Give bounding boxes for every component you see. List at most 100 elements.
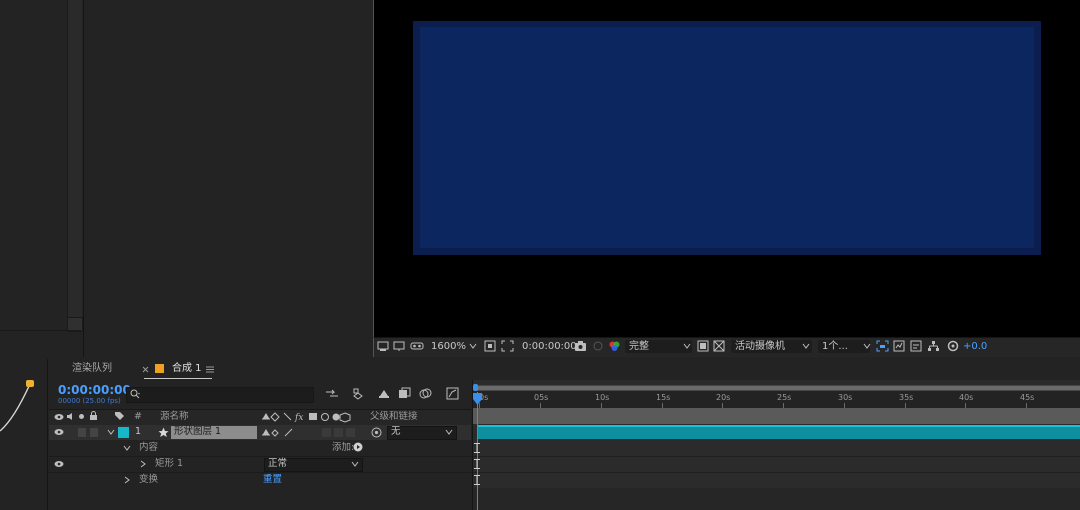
ruler-label: 35s — [899, 393, 914, 402]
views-chevron-down-icon[interactable] — [863, 342, 871, 350]
parent-link-column-header[interactable]: 父级和链接 — [370, 410, 418, 424]
tab-composition[interactable]: 合成 1 — [172, 362, 202, 376]
target-region-icon[interactable] — [697, 340, 709, 352]
exposure-icon[interactable] — [947, 340, 959, 352]
current-time-display[interactable]: 0:00:00:00 — [58, 383, 131, 397]
ruler-label: 40s — [959, 393, 974, 402]
comp-track-header — [473, 408, 1080, 424]
viewer-timecode[interactable]: 0:00:00:00 — [522, 339, 577, 354]
rectangle-expand-chevron-icon[interactable] — [140, 460, 146, 468]
layer-solo-box[interactable] — [78, 428, 86, 437]
hide-shy-layers-icon[interactable] — [378, 387, 391, 400]
exposure-value[interactable]: +0.0 — [963, 339, 987, 354]
layer-expand-chevron-icon[interactable] — [107, 429, 115, 436]
zoom-level[interactable]: 1600% — [431, 339, 466, 354]
ruler-label: 25s — [777, 393, 792, 402]
layer-lock-box[interactable] — [90, 428, 98, 437]
layer-duration-bar-highlight — [477, 425, 1080, 427]
zoom-chevron-down-icon[interactable] — [469, 342, 477, 350]
pick-whip-icon[interactable] — [371, 427, 382, 438]
transform-label[interactable]: 变换 — [139, 473, 158, 487]
camera-chevron-down-icon[interactable] — [802, 342, 810, 350]
add-label[interactable]: 添加: — [332, 441, 354, 455]
resolution-chevron-down-icon[interactable] — [683, 342, 691, 350]
blend-chevron-down-icon[interactable] — [351, 461, 359, 468]
effect-controls-panel — [85, 0, 371, 357]
layer-panel-empty — [49, 488, 471, 510]
property-bar-marker-icon — [474, 443, 480, 453]
layer-name: 形状图层 1 — [174, 426, 222, 437]
parent-value: 无 — [391, 426, 401, 437]
toggle-pixel-aspect-icon[interactable] — [876, 340, 889, 352]
search-icon — [130, 389, 140, 399]
camera-value: 活动摄像机 — [735, 341, 785, 352]
contents-expand-chevron-icon[interactable] — [123, 445, 131, 452]
views-value: 1个... — [822, 341, 848, 352]
ruler-label: 10s — [595, 393, 610, 402]
contents-label[interactable]: 内容 — [139, 441, 158, 455]
rectangle-visibility-eye-icon[interactable] — [54, 460, 64, 468]
track-divider — [473, 456, 1080, 457]
audio-speaker-icon[interactable] — [66, 412, 75, 421]
reset-link[interactable]: 重置 — [263, 473, 282, 487]
flowchart-icon[interactable] — [927, 340, 940, 352]
video-eye-icon[interactable] — [54, 413, 64, 421]
lock-icon[interactable] — [89, 411, 98, 421]
frame-info: 00000 (25.00 fps) — [58, 397, 121, 405]
color-channels-icon[interactable] — [608, 340, 621, 352]
region-of-interest-icon[interactable] — [501, 340, 514, 352]
track-divider — [473, 472, 1080, 473]
layer-visibility-eye-icon[interactable] — [54, 428, 64, 436]
tab-menu-icon[interactable] — [206, 366, 214, 373]
rectangle-label[interactable]: 矩形 1 — [155, 457, 183, 471]
parent-chevron-down-icon[interactable] — [445, 429, 453, 436]
work-area-range[interactable] — [474, 386, 1080, 390]
ruler-label: 20s — [716, 393, 731, 402]
layer-switch-box-2[interactable] — [334, 428, 343, 437]
ruler-label: 45s — [1020, 393, 1035, 402]
layer-switches-icons[interactable] — [261, 427, 301, 438]
ruler-label: 30s — [838, 393, 853, 402]
work-area-start-handle[interactable] — [473, 384, 478, 391]
switches-header-icons: fx — [262, 412, 351, 423]
layer-label-color[interactable] — [118, 427, 129, 438]
solo-icon[interactable] — [79, 414, 84, 419]
layer-search-input[interactable] — [126, 387, 314, 403]
svg-text:fx: fx — [294, 413, 303, 423]
layer-index: 1 — [135, 426, 142, 437]
source-name-column-header[interactable]: 源名称 — [160, 410, 189, 424]
comp-mini-flowchart-icon[interactable] — [325, 388, 339, 400]
motion-blur-icon[interactable] — [419, 387, 432, 400]
transparency-grid-icon[interactable] — [713, 340, 725, 352]
playhead-handle[interactable] — [472, 393, 483, 406]
snapshot-camera-icon[interactable] — [574, 340, 587, 352]
layer-switch-box-3[interactable] — [346, 428, 355, 437]
ruler-label: 05s — [534, 393, 549, 402]
layer-properties — [49, 440, 471, 488]
active-tab-underline — [144, 378, 212, 379]
graph-editor-icon[interactable] — [446, 387, 459, 400]
close-tab-icon[interactable] — [142, 366, 149, 373]
vr-goggles-icon[interactable] — [410, 340, 424, 352]
layer-duration-bar[interactable] — [477, 425, 1080, 439]
shape-layer-star-icon — [158, 427, 169, 437]
row-divider — [49, 472, 471, 473]
fit-frame-icon[interactable] — [484, 340, 496, 352]
timeline-panel-icon[interactable] — [910, 340, 922, 352]
row-divider — [49, 456, 471, 457]
label-tag-icon[interactable] — [114, 411, 125, 421]
draft-3d-icon[interactable] — [350, 387, 364, 400]
project-scrollbar[interactable] — [67, 0, 82, 317]
layer-switch-box-1[interactable] — [322, 428, 331, 437]
show-snapshot-icon[interactable] — [592, 340, 604, 352]
composition-canvas[interactable] — [420, 27, 1034, 248]
property-tracks — [473, 440, 1080, 488]
curve-handle[interactable] — [26, 380, 34, 387]
monitor-icon[interactable] — [393, 340, 405, 352]
fast-previews-icon[interactable] — [893, 340, 905, 352]
always-preview-icon[interactable] — [377, 340, 389, 352]
frame-blending-icon[interactable] — [398, 387, 411, 400]
add-play-icon[interactable] — [353, 442, 363, 452]
transform-expand-chevron-icon[interactable] — [124, 476, 130, 484]
tab-render-queue[interactable]: 渲染队列 — [72, 362, 112, 376]
